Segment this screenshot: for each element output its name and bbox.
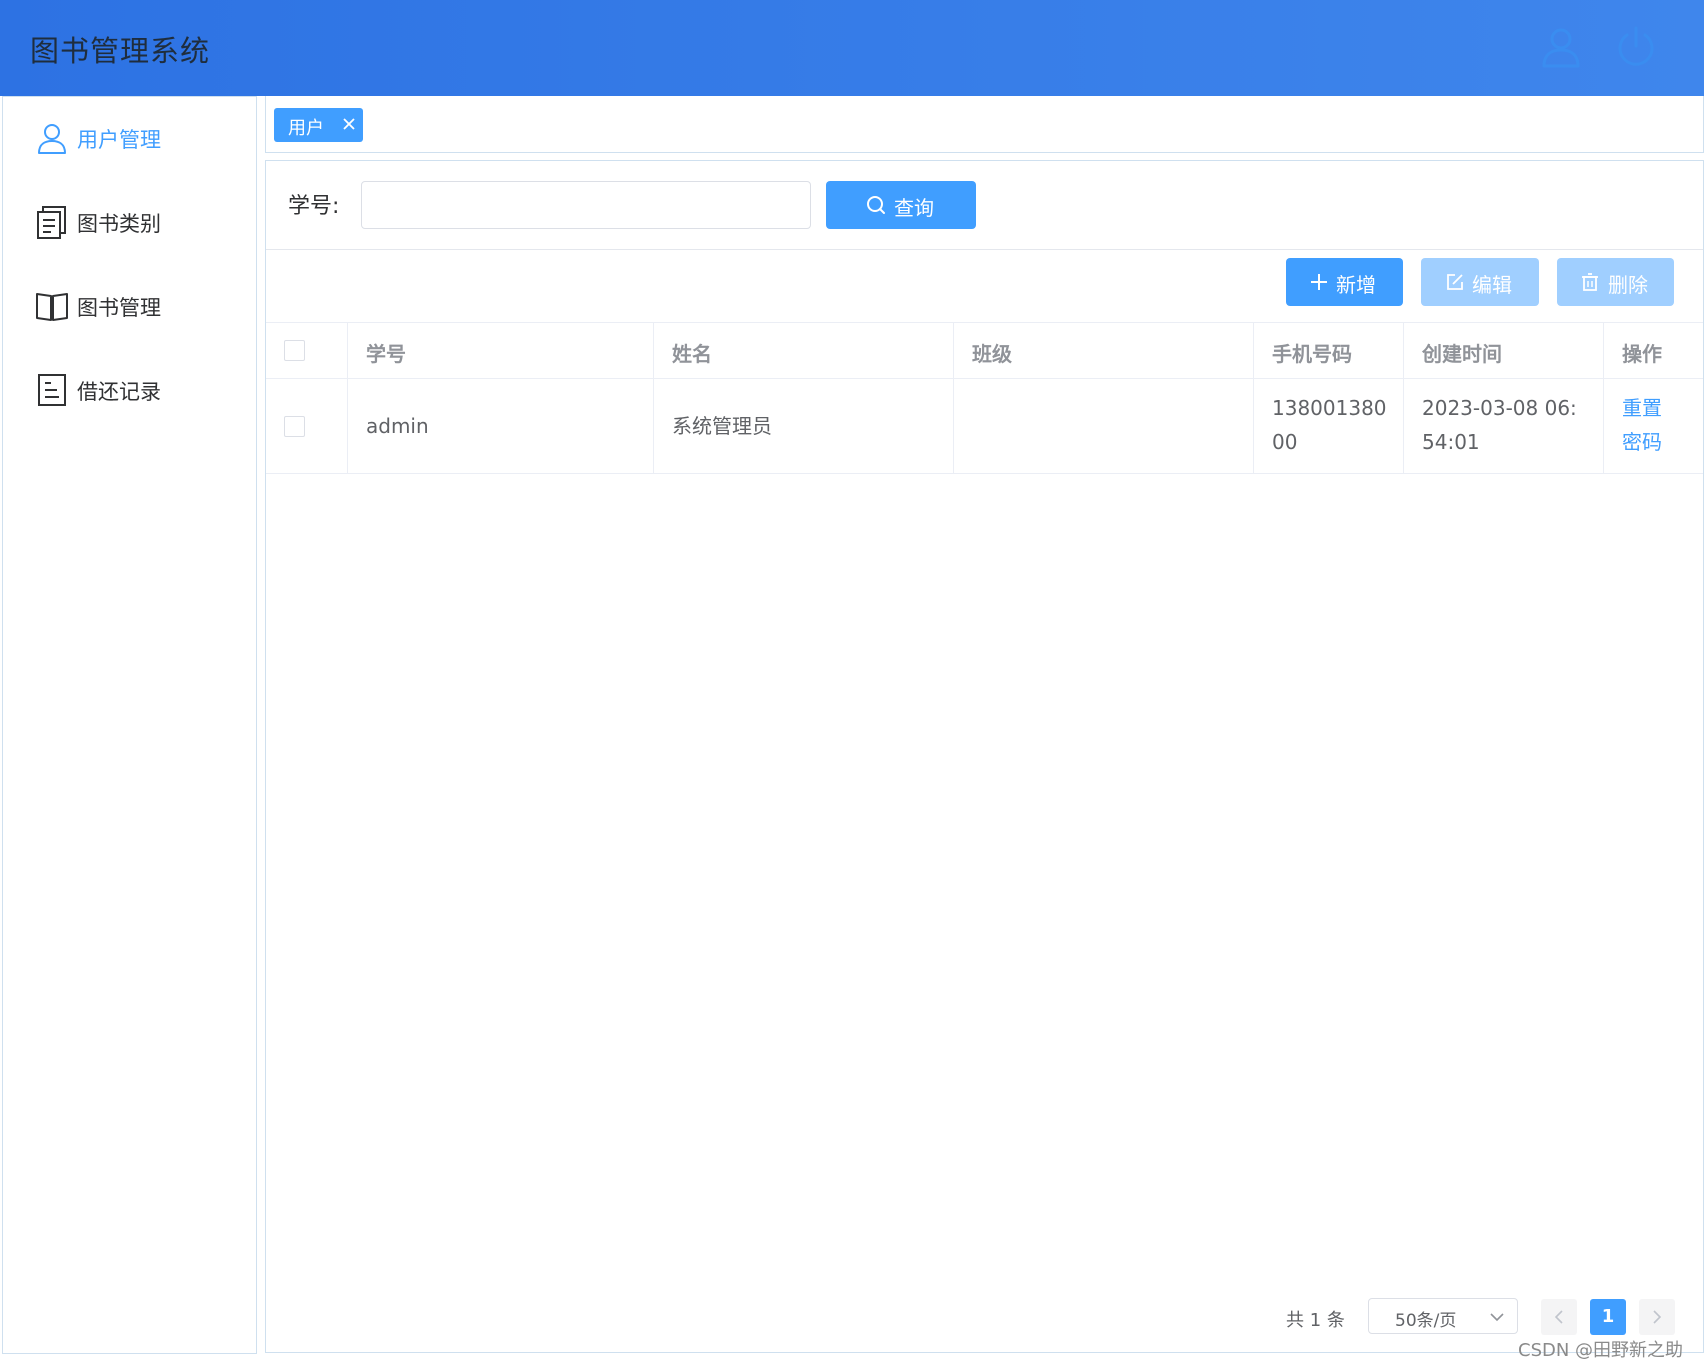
app-title: 图书管理系统 [30,34,211,68]
sidebar-item-book-management[interactable]: 图书管理 [3,269,256,339]
reset-password-link[interactable]: 重置 [1622,391,1662,425]
page-size-label: 50条/页 [1395,1311,1457,1331]
trash-icon [1582,273,1598,291]
close-icon[interactable] [341,116,357,132]
cell-text-line1: 2023-03-08 06: [1422,396,1577,420]
cell-actions: 重置 密码 [1604,379,1703,473]
row-checkbox[interactable] [284,416,305,437]
search-button[interactable]: 查询 [826,181,976,229]
cell-name: 系统管理员 [654,379,954,473]
reset-password-link-line2[interactable]: 密码 [1622,425,1662,459]
sidebar-item-borrow-records[interactable]: 借还记录 [3,353,256,423]
cell-text-line2: 00 [1272,430,1298,454]
search-label: 学号: [288,194,340,219]
student-id-input[interactable] [361,181,811,229]
add-button-label: 新增 [1336,273,1376,297]
edit-icon [1447,274,1463,290]
chevron-down-icon [1490,1313,1504,1322]
chevron-left-icon [1554,1310,1563,1324]
sidebar-item-user-management[interactable]: 用户管理 [3,101,256,171]
delete-button-label: 删除 [1608,273,1648,297]
cell-text-line1: 138001380 [1272,396,1387,420]
edit-button[interactable]: 编辑 [1421,258,1539,306]
cell-phone: 138001380 00 [1254,379,1404,473]
delete-button[interactable]: 删除 [1557,258,1674,306]
cell-student-id: admin [348,379,654,473]
table-row[interactable]: admin 系统管理员 138001380 00 2023-03-08 06: … [266,379,1703,474]
top-header: 图书管理系统 [0,0,1704,96]
add-button[interactable]: 新增 [1286,258,1403,306]
select-all-checkbox[interactable] [284,340,305,361]
cell-text-line2: 54:01 [1422,430,1480,454]
chevron-right-icon [1653,1310,1662,1324]
pagination-total: 共 1 条 [1286,1310,1345,1331]
main-panel: 学号: 查询 新增 编辑 删除 学号 姓名 班级 手机号码 创建时间 操作 ad… [265,160,1704,1353]
user-icon[interactable] [1538,24,1584,70]
column-header: 操作 [1622,342,1662,366]
tabs-bar: 用户 [265,96,1704,153]
page-size-select[interactable]: 50条/页 [1368,1298,1518,1334]
tab-user[interactable]: 用户 [274,108,363,142]
sidebar-item-label: 图书类别 [77,212,161,236]
watermark: CSDN @田野新之助 [1518,1340,1684,1361]
divider [266,249,1703,250]
cell-class [954,379,1254,473]
header-cell: 手机号码 [1254,323,1404,378]
category-icon [37,206,66,239]
header-cell: 姓名 [654,323,954,378]
header-cell: 创建时间 [1404,323,1604,378]
app-root: 图书管理系统 用户管理 图书类别 图书管理 借还记录 用户 学号: 查询 新增 … [0,0,1704,1366]
column-header: 学号 [366,342,406,366]
header-cell: 操作 [1604,323,1703,378]
table-header: 学号 姓名 班级 手机号码 创建时间 操作 [266,322,1703,379]
user-icon [38,124,66,154]
header-cell-select [266,323,348,378]
column-header: 手机号码 [1272,342,1352,366]
cell-text: admin [366,414,429,438]
row-cell-select [266,379,348,473]
power-icon[interactable] [1613,24,1659,70]
sidebar-item-label: 图书管理 [77,296,161,320]
edit-button-label: 编辑 [1472,273,1512,297]
prev-page-button[interactable] [1541,1299,1577,1335]
column-header: 创建时间 [1422,342,1502,366]
cell-text: 系统管理员 [672,414,772,438]
sidebar: 用户管理 图书类别 图书管理 借还记录 [2,96,257,1354]
record-icon [38,374,66,406]
cell-created-time: 2023-03-08 06: 54:01 [1404,379,1604,473]
sidebar-item-book-category[interactable]: 图书类别 [3,185,256,255]
header-cell: 班级 [954,323,1254,378]
column-header: 班级 [972,342,1012,366]
tab-label: 用户 [288,118,324,139]
next-page-button[interactable] [1639,1299,1675,1335]
search-button-label: 查询 [894,196,934,220]
page-number[interactable]: 1 [1590,1299,1626,1335]
sidebar-item-label: 用户管理 [77,128,161,152]
sidebar-item-label: 借还记录 [77,380,161,404]
search-icon [867,196,885,214]
column-header: 姓名 [672,342,712,366]
header-cell: 学号 [348,323,654,378]
plus-icon [1311,274,1327,290]
book-icon [36,293,68,321]
